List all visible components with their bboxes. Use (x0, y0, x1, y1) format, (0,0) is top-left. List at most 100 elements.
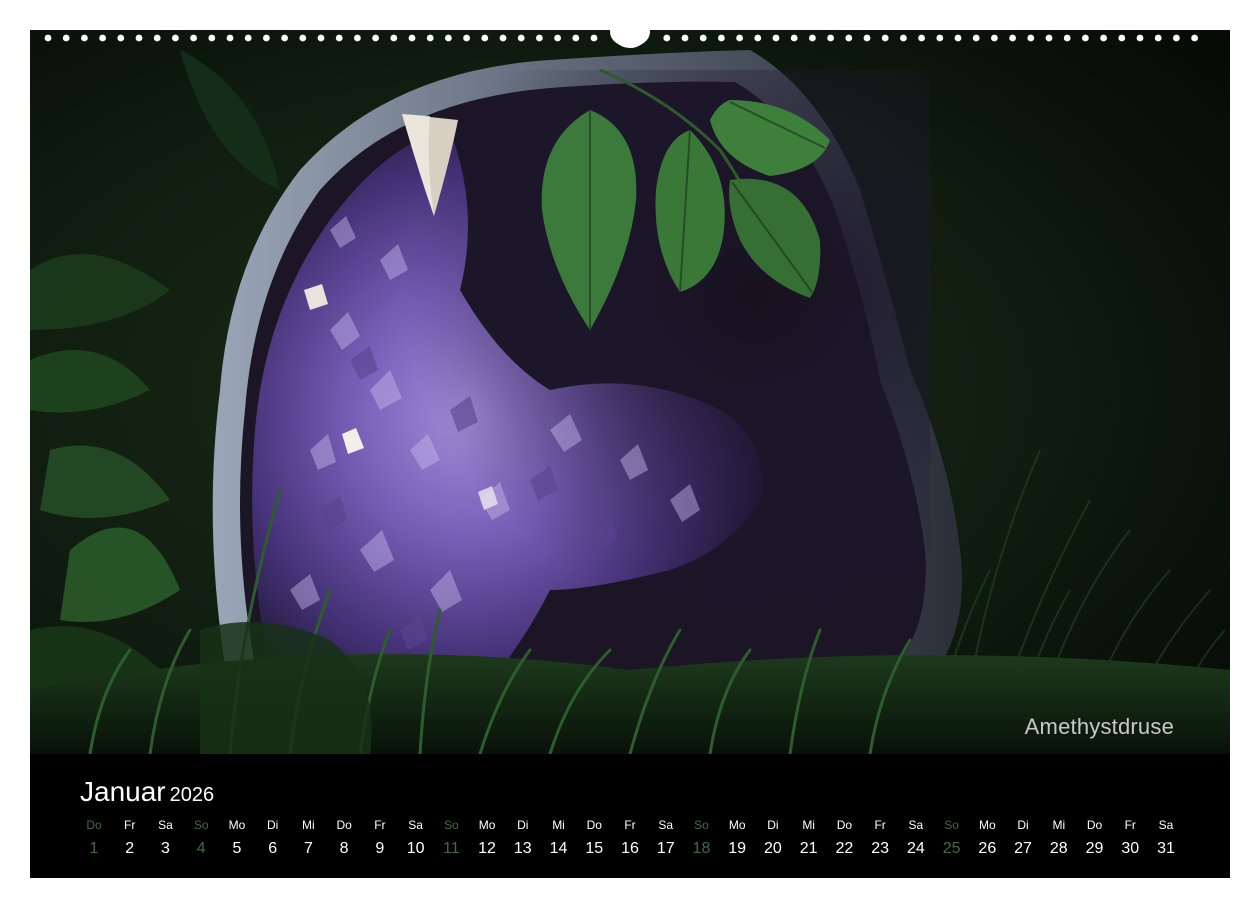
binding-hole (44, 34, 52, 42)
photo-amethyst-geode: Amethystdruse (30, 30, 1230, 754)
day-number: 8 (339, 840, 349, 857)
binding-hole (390, 34, 398, 42)
binding-hole (226, 34, 234, 42)
binding-hole (463, 34, 470, 42)
binding-hole (772, 34, 780, 42)
day-number: 9 (375, 840, 385, 857)
day-number: 24 (906, 840, 925, 857)
binding-hole (1191, 34, 1198, 42)
binding-hole (972, 34, 980, 42)
spiral-binding (44, 17, 1198, 48)
binding-hole (281, 34, 288, 42)
day-number: 22 (835, 840, 854, 857)
weekday-label: Fr (374, 818, 386, 832)
weekday-label: Sa (908, 818, 924, 832)
binding-hole (1082, 34, 1089, 42)
binding-hole (718, 34, 725, 42)
day-number: 11 (443, 840, 460, 857)
day-number: 25 (942, 840, 961, 857)
day-number: 17 (656, 840, 675, 857)
day-number: 26 (978, 840, 997, 857)
binding-hole (1027, 34, 1035, 42)
weekday-label: So (193, 818, 209, 832)
binding-hole (299, 34, 307, 42)
month-name: Januar (80, 776, 166, 807)
weekday-label: Fr (1124, 818, 1136, 832)
binding-hole (754, 34, 762, 42)
binding-hole (572, 34, 580, 42)
binding-hole (1173, 34, 1180, 42)
binding-hole (881, 34, 889, 42)
binding-hole (153, 34, 161, 42)
binding-hole (827, 34, 834, 42)
day-row: 1 2 3 4 5 6 7 8 9 10 11 12 13 14 15 16 17 18 19 20 21 22 23 24 2… (74, 840, 1194, 860)
day-number: 20 (764, 840, 782, 857)
binding-hole (408, 34, 416, 42)
weekday-label: Mi (302, 818, 315, 832)
day-number: 18 (692, 840, 711, 857)
binding-hole (863, 34, 871, 42)
binding-hole (554, 34, 561, 42)
binding-hole (536, 34, 543, 42)
weekday-label: Sa (158, 818, 173, 832)
hanger-notch-round (610, 17, 650, 47)
day-number: 30 (1121, 840, 1140, 857)
binding-hole (809, 34, 816, 42)
weekday-label: Mi (1052, 818, 1066, 832)
weekday-label: Mo (228, 818, 246, 832)
weekday-label: Do (336, 818, 352, 832)
weekday-row: Do Fr Sa So Mo Di Mi Do Fr Sa So Mo Di Mi Do Fr Sa So Mo Di… (74, 818, 1194, 838)
weekday-label: Fr (874, 818, 886, 832)
weekday-label: So (944, 818, 959, 832)
day-number: 7 (303, 840, 313, 857)
day-number: 19 (728, 840, 747, 857)
day-number: 16 (621, 840, 639, 857)
weekday-label: Mi (802, 818, 815, 832)
weekday-label: Sa (408, 818, 423, 832)
weekday-label: Do (1086, 818, 1103, 832)
day-number: 1 (89, 840, 99, 857)
calendar-sheet: Amethystdruse Januar 2026 Do Fr Sa So Mo Di Mi D… (30, 30, 1230, 878)
day-number: 3 (161, 840, 170, 857)
binding-hole (1136, 34, 1144, 42)
weekday-label: Fr (624, 818, 636, 832)
binding-hole (372, 34, 379, 42)
weekday-label: Mo (478, 818, 496, 832)
binding-hole (936, 34, 944, 42)
day-number: 12 (478, 840, 496, 857)
photo-caption: Amethystdruse (1024, 714, 1174, 739)
binding-hole (335, 34, 343, 42)
binding-hole (99, 34, 106, 42)
day-number: 27 (1014, 840, 1032, 857)
day-number: 4 (196, 840, 206, 857)
day-number: 2 (125, 840, 135, 857)
day-number: 10 (406, 840, 425, 857)
binding-hole (1118, 34, 1126, 42)
month-year: 2026 (169, 784, 215, 806)
binding-hole (445, 34, 452, 42)
binding-hole (1009, 34, 1016, 42)
binding-hole (517, 34, 525, 42)
weekday-label: Di (1017, 818, 1029, 832)
weekday-label: Do (836, 818, 853, 832)
weekday-label: Di (266, 818, 279, 832)
binding-hole (426, 34, 434, 42)
binding-hole (1045, 34, 1053, 42)
weekday-label: Sa (1158, 818, 1174, 832)
weekday-label: Di (517, 818, 529, 832)
day-number: 5 (232, 840, 242, 857)
binding-hole (481, 34, 489, 42)
binding-hole (663, 34, 671, 42)
day-number: 14 (549, 840, 568, 857)
weekday-label: Di (767, 818, 779, 832)
binding-hole (681, 34, 689, 42)
binding-hole (354, 34, 361, 42)
binding-hole (62, 34, 70, 42)
binding-hole (736, 34, 743, 42)
binding-hole (135, 34, 143, 42)
binding-hole (1154, 34, 1162, 42)
binding-hole (81, 34, 88, 42)
binding-hole (991, 34, 998, 42)
binding-hole (954, 34, 962, 42)
binding-hole (900, 34, 907, 42)
